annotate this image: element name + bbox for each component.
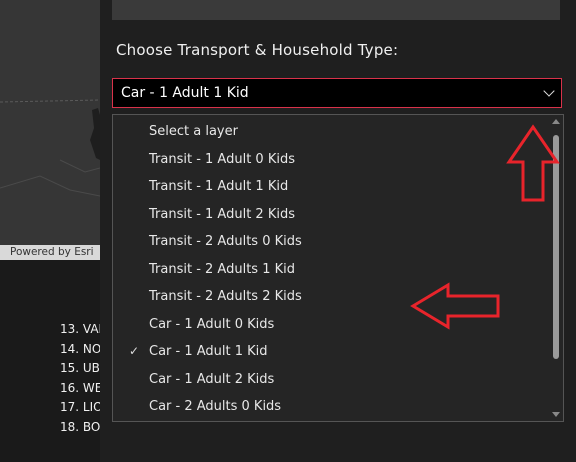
transport-type-label: Choose Transport & Household Type: bbox=[116, 41, 399, 59]
map-view[interactable]: Powered by Esri bbox=[0, 0, 100, 260]
transport-household-select[interactable]: Car - 1 Adult 1 Kid bbox=[112, 78, 562, 108]
select-value: Car - 1 Adult 1 Kid bbox=[121, 85, 249, 101]
layer-panel: Choose Transport & Household Type: Car -… bbox=[100, 0, 576, 462]
checkmark-icon: ✓ bbox=[129, 344, 140, 358]
chevron-down-icon bbox=[543, 85, 555, 97]
annotation-left-arrow-icon bbox=[410, 282, 500, 330]
option-transit-1-adult-2-kids[interactable]: Transit - 1 Adult 2 Kids bbox=[113, 201, 549, 228]
dropdown-list[interactable]: Select a layer Transit - 1 Adult 0 Kids … bbox=[112, 114, 564, 422]
option-select-a-layer[interactable]: Select a layer bbox=[113, 118, 549, 145]
scroll-down-arrow-icon[interactable] bbox=[552, 412, 560, 417]
option-transit-2-adults-0-kids[interactable]: Transit - 2 Adults 0 Kids bbox=[113, 228, 549, 255]
option-car-2-adults-0-kids[interactable]: Car - 2 Adults 0 Kids bbox=[113, 393, 549, 420]
option-car-1-adult-2-kids[interactable]: Car - 1 Adult 2 Kids bbox=[113, 366, 549, 393]
map-canvas bbox=[0, 0, 100, 260]
panel-header-box bbox=[112, 0, 560, 20]
option-transit-1-adult-0-kids[interactable]: Transit - 1 Adult 0 Kids bbox=[113, 146, 549, 173]
option-car-1-adult-1-kid[interactable]: ✓ Car - 1 Adult 1 Kid bbox=[113, 338, 549, 365]
esri-attribution: Powered by Esri bbox=[0, 245, 100, 260]
annotation-up-arrow-icon bbox=[506, 124, 560, 202]
option-transit-1-adult-1-kid[interactable]: Transit - 1 Adult 1 Kid bbox=[113, 173, 549, 200]
option-transit-2-adults-1-kid[interactable]: Transit - 2 Adults 1 Kid bbox=[113, 256, 549, 283]
